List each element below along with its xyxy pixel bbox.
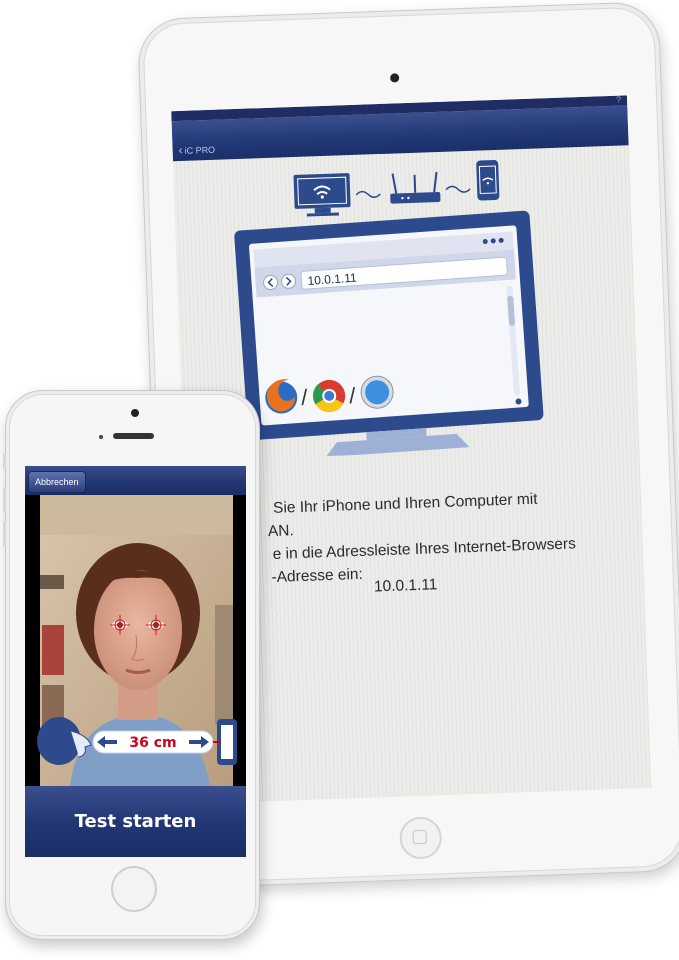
mute-switch xyxy=(3,453,6,469)
safari-icon xyxy=(360,375,394,409)
instruction-line: e in die Adressleiste Ihres Internet-Bro… xyxy=(272,535,577,563)
instruction-line: Sie Ihr iPhone und Ihren Computer mit xyxy=(272,490,538,517)
ipad-camera xyxy=(390,73,400,83)
iphone-nav-bar: Abbrechen xyxy=(25,466,246,495)
iphone-speaker xyxy=(113,433,154,439)
help-button[interactable]: ? xyxy=(616,95,621,104)
cancel-button[interactable]: Abbrechen xyxy=(28,471,86,493)
back-button[interactable]: ‹ iC PRO xyxy=(178,142,215,157)
instruction-line: AN. xyxy=(267,522,295,541)
phone-outline-icon xyxy=(213,719,237,765)
ipad-home-button[interactable] xyxy=(398,816,443,860)
iphone-camera xyxy=(131,409,139,417)
iphone-device: Abbrechen 36 cm Test starten xyxy=(3,390,260,940)
iphone-screen: Abbrechen 36 cm Test starten xyxy=(25,466,246,857)
chevron-left-icon: ‹ xyxy=(178,142,183,157)
distance-overlay: 36 cm xyxy=(37,717,237,765)
phone-icon xyxy=(476,159,500,201)
distance-label: 36 cm xyxy=(129,735,176,751)
iphone-sensor xyxy=(99,435,103,439)
computer-wifi-icon xyxy=(293,173,351,217)
volume-up-button xyxy=(3,487,6,513)
ip-address: 10.0.1.11 xyxy=(373,576,438,596)
router-icon xyxy=(390,171,441,204)
iphone-home-button[interactable] xyxy=(111,866,157,912)
back-button-label: iC PRO xyxy=(184,144,216,156)
head-icon xyxy=(37,717,92,765)
monitor-illustration: 10.0.1.11 xyxy=(234,210,544,458)
start-test-button[interactable]: Test starten xyxy=(25,786,246,857)
instruction-line: -Adresse ein: xyxy=(271,565,364,587)
volume-down-button xyxy=(3,521,6,547)
